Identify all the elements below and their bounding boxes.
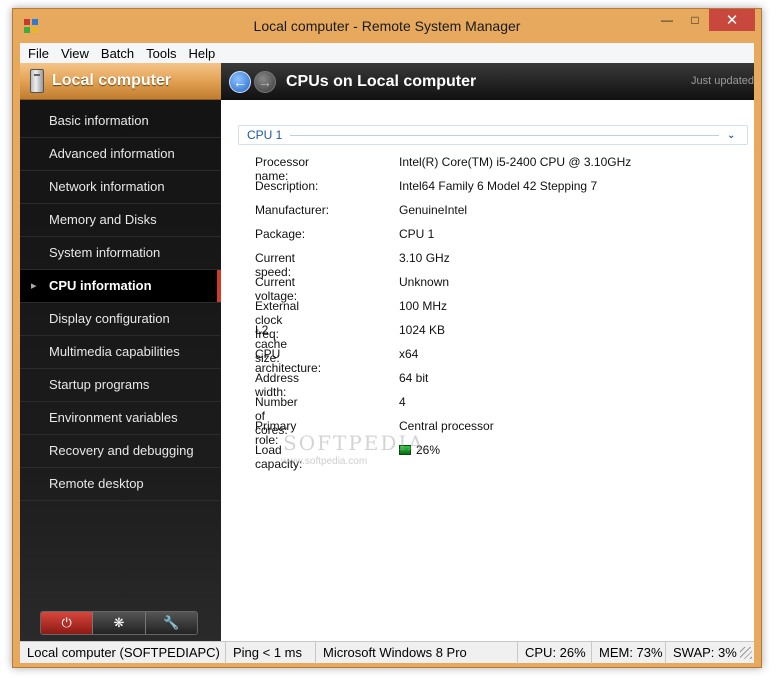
group-divider [290, 134, 719, 136]
sidebar-item-label: Basic information [49, 113, 149, 128]
sidebar-item-label: CPU information [49, 278, 152, 293]
status-os: Microsoft Windows 8 Pro [316, 641, 518, 664]
group-title: CPU 1 [247, 128, 283, 142]
property-value: 64 bit [399, 371, 429, 385]
menu-file[interactable]: File [22, 46, 55, 61]
sidebar-item-label: Recovery and debugging [49, 443, 194, 458]
cpu-group-header[interactable]: CPU 1 ⌄ [238, 125, 748, 145]
sidebar-item-display-configuration[interactable]: Display configuration [20, 303, 221, 336]
property-value: 1024 KB [399, 323, 446, 337]
sidebar-item-label: Network information [49, 179, 165, 194]
title-bar[interactable]: Local computer - Remote System Manager —… [13, 9, 761, 43]
maximize-button[interactable]: □ [681, 9, 709, 31]
sidebar-title: Local computer [52, 72, 172, 89]
sidebar-item-environment-variables[interactable]: Environment variables [20, 402, 221, 435]
back-button[interactable]: ← [229, 70, 251, 93]
sidebar-item-multimedia-capabilities[interactable]: Multimedia capabilities [20, 336, 221, 369]
update-status: Just updated [691, 75, 754, 87]
window-title: Local computer - Remote System Manager [253, 18, 521, 34]
property-value: Intel64 Family 6 Model 42 Stepping 7 [399, 179, 598, 193]
property-value: Unknown [399, 275, 450, 289]
sidebar-item-startup-programs[interactable]: Startup programs [20, 369, 221, 402]
client-area: Local computer Basic information Advance… [20, 63, 754, 641]
chevron-down-icon[interactable]: ⌄ [727, 130, 741, 141]
power-button[interactable]: ⏻ [41, 612, 94, 634]
settings-button[interactable]: 🔧 [145, 612, 197, 634]
forward-button[interactable]: → [254, 70, 276, 93]
sidebar-item-label: Advanced information [49, 146, 175, 161]
sidebar-item-recovery-and-debugging[interactable]: Recovery and debugging [20, 435, 221, 468]
property-value: 3.10 GHz [399, 251, 450, 265]
status-swap: SWAP: 3% [673, 644, 737, 660]
sidebar: Local computer Basic information Advance… [20, 63, 221, 641]
page-title: CPUs on Local computer [286, 72, 477, 90]
sidebar-item-advanced-information[interactable]: Advanced information [20, 138, 221, 171]
refresh-button[interactable]: ❋ [93, 612, 146, 634]
wrench-icon: 🔧 [163, 615, 180, 630]
property-value: 4 [399, 395, 406, 409]
computer-icon [30, 69, 44, 93]
power-icon: ⏻ [61, 615, 72, 630]
property-value: CPU 1 [399, 227, 435, 241]
property-value: x64 [399, 347, 419, 361]
watermark-url: www.softpedia.com [281, 456, 368, 467]
status-bar: Local computer (SOFTPEDIAPC) Ping < 1 ms… [20, 641, 754, 664]
back-arrow-icon: ← [233, 73, 247, 90]
sidebar-nav: Basic information Advanced information N… [20, 105, 221, 501]
sidebar-item-remote-desktop[interactable]: Remote desktop [20, 468, 221, 501]
menu-tools[interactable]: Tools [140, 46, 182, 61]
sidebar-toolbar: ⏻ ❋ 🔧 [40, 611, 198, 635]
menu-bar: File View Batch Tools Help [20, 43, 754, 63]
sidebar-item-label: System information [49, 245, 161, 260]
sidebar-item-label: Multimedia capabilities [49, 344, 180, 359]
sidebar-item-basic-information[interactable]: Basic information [20, 105, 221, 138]
menu-view[interactable]: View [55, 46, 95, 61]
status-computer: Local computer (SOFTPEDIAPC) [20, 641, 226, 664]
property-key: Description: [255, 179, 319, 193]
close-button[interactable]: ✕ [709, 9, 755, 31]
resize-grip-icon[interactable] [740, 646, 752, 659]
spinner-icon: ❋ [113, 615, 125, 630]
forward-arrow-icon: → [258, 73, 272, 90]
content-header: ← → CPUs on Local computer Just updated [221, 63, 754, 100]
property-value: Intel(R) Core(TM) i5-2400 CPU @ 3.10GHz [399, 155, 632, 169]
expand-arrow-icon: ▸ [31, 280, 37, 292]
sidebar-header: Local computer [20, 63, 221, 100]
property-key: Manufacturer: [255, 203, 330, 217]
sidebar-item-system-information[interactable]: System information [20, 237, 221, 270]
sidebar-item-label: Remote desktop [49, 476, 144, 491]
property-key: Package: [255, 227, 306, 241]
status-cpu: CPU: 26% [518, 641, 592, 664]
menu-batch[interactable]: Batch [95, 46, 140, 61]
sidebar-item-label: Display configuration [49, 311, 170, 326]
minimize-button[interactable]: — [653, 9, 681, 31]
sidebar-item-label: Startup programs [49, 377, 150, 392]
window-controls: — □ ✕ [653, 9, 755, 31]
status-ping: Ping < 1 ms [226, 641, 316, 664]
content-pane: ← → CPUs on Local computer Just updated … [221, 63, 754, 641]
status-mem: MEM: 73% [592, 641, 666, 664]
sidebar-item-memory-and-disks[interactable]: Memory and Disks [20, 204, 221, 237]
menu-help[interactable]: Help [183, 46, 222, 61]
property-value: 100 MHz [399, 299, 448, 313]
app-window: Local computer - Remote System Manager —… [12, 8, 762, 668]
sidebar-item-label: Memory and Disks [49, 212, 157, 227]
sidebar-item-network-information[interactable]: Network information [20, 171, 221, 204]
sidebar-item-cpu-information[interactable]: ▸ CPU information [20, 270, 221, 303]
sidebar-item-label: Environment variables [49, 410, 178, 425]
watermark: SOFTPEDIA [283, 431, 425, 455]
property-value: GenuineIntel [399, 203, 468, 217]
